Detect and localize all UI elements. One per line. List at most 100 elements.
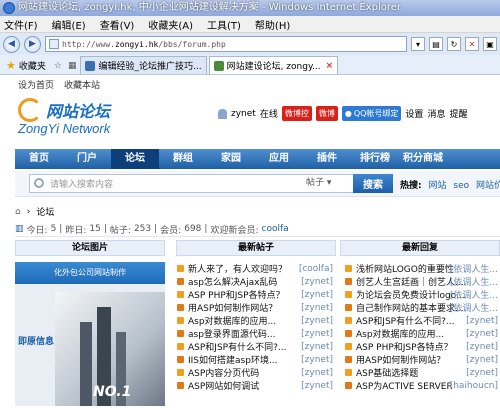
- post-author[interactable]: [zynet]: [301, 381, 333, 391]
- post-title[interactable]: ASP网站如何调试: [188, 379, 259, 392]
- post-author[interactable]: [zynet]: [466, 355, 498, 365]
- list-item[interactable]: ASP基础选择题 [zynet]: [345, 366, 500, 379]
- post-title[interactable]: ASP基础选择题: [356, 366, 418, 379]
- nav-groups[interactable]: 群组: [159, 149, 207, 169]
- post-author[interactable]: [zynet]: [301, 368, 333, 378]
- menu-edit[interactable]: 编辑(E): [52, 17, 86, 32]
- post-title[interactable]: asp怎么解决Ajax乱码: [188, 275, 277, 288]
- list-item[interactable]: 用ASP如何制作网站？ [zynet]: [177, 301, 335, 314]
- add-favorite-icon[interactable]: ☆: [52, 58, 64, 74]
- post-title[interactable]: ASP和JSP有什么不同?...: [188, 340, 286, 353]
- post-title[interactable]: ASP PHP和JSP各特点？: [188, 288, 285, 301]
- stop-icon[interactable]: ✕: [465, 37, 479, 51]
- post-title[interactable]: Asp对数据库的应用...: [356, 327, 444, 340]
- post-author[interactable]: [zynet]: [301, 316, 333, 326]
- bookmark-site-link[interactable]: 收藏本站: [64, 78, 100, 91]
- search-button[interactable]: 搜索: [353, 174, 393, 193]
- list-item[interactable]: ASP和JSP有什么不同?... [zynet]: [345, 314, 500, 327]
- list-item[interactable]: 新人来了，有人欢迎吗？ [coolfa]: [177, 262, 335, 275]
- post-title[interactable]: 浅析网站LOGO的重要性: [356, 262, 454, 275]
- nav-points-mall[interactable]: 积分商城: [399, 149, 447, 169]
- nav-apps[interactable]: 应用: [255, 149, 303, 169]
- post-author[interactable]: [zynet]: [466, 316, 498, 326]
- list-item[interactable]: 自己制作网站的基本要求... [依调人生...: [345, 301, 500, 314]
- nav-home-space[interactable]: 家园: [207, 149, 255, 169]
- post-title[interactable]: ASP PHP和JSP各特点？: [356, 340, 453, 353]
- list-item[interactable]: ASP为ACTIVE SERVER [haihoucn]: [345, 379, 500, 392]
- online-status[interactable]: 在线: [260, 107, 278, 120]
- post-title[interactable]: ASP内容分页代码: [188, 366, 259, 379]
- list-item[interactable]: 用ASP如何制作网站？ [zynet]: [345, 353, 500, 366]
- nav-portal[interactable]: 门户: [63, 149, 111, 169]
- list-item[interactable]: ASP内容分页代码 [zynet]: [177, 366, 335, 379]
- set-homepage-link[interactable]: 设为首页: [18, 78, 54, 91]
- forum-image-slide[interactable]: 化外包公司网站制作 即原信息 NO.1: [15, 262, 165, 406]
- post-author[interactable]: [haihoucn]: [450, 381, 498, 391]
- post-title[interactable]: asp登录界面源代码...: [188, 327, 276, 340]
- breadcrumb-current[interactable]: 论坛: [36, 205, 54, 218]
- tab-list-icon[interactable]: ▦: [66, 58, 79, 74]
- weibo-control-button[interactable]: 微博控: [281, 106, 312, 121]
- post-title[interactable]: IIS如何搭建asp环境...: [188, 353, 278, 366]
- post-author[interactable]: [zynet]: [301, 355, 333, 365]
- list-item[interactable]: ASP PHP和JSP各特点？ [zynet]: [177, 288, 335, 301]
- post-author[interactable]: [依调人生...: [450, 262, 498, 275]
- list-item[interactable]: 为论坛会员免费设计logo... [依调人生...: [345, 288, 500, 301]
- menu-tools[interactable]: 工具(T): [207, 17, 241, 32]
- menu-help[interactable]: 帮助(H): [255, 17, 290, 32]
- refresh-icon[interactable]: ↻: [447, 37, 461, 51]
- list-item[interactable]: IIS如何搭建asp环境... [zynet]: [177, 353, 335, 366]
- search-provider-icon[interactable]: ▣: [483, 37, 497, 51]
- post-author[interactable]: [zynet]: [466, 329, 498, 339]
- username[interactable]: zynet: [231, 109, 256, 119]
- notify-link[interactable]: 提醒: [449, 107, 467, 120]
- list-item[interactable]: 创艺人生宫廷画｜创艺人... [依调人生...: [345, 275, 500, 288]
- hot-search-link[interactable]: 网站: [428, 181, 446, 191]
- post-author[interactable]: [依调人生...: [450, 301, 498, 314]
- post-author[interactable]: [zynet]: [301, 329, 333, 339]
- post-title[interactable]: 新人来了，有人欢迎吗？: [188, 262, 287, 275]
- post-author[interactable]: [依调人生...: [450, 275, 498, 288]
- nav-plugins[interactable]: 插件: [303, 149, 351, 169]
- settings-link[interactable]: 设置: [405, 107, 423, 120]
- site-logo[interactable]: 网站论坛 ZongYi Network: [16, 96, 166, 141]
- post-title[interactable]: 为论坛会员免费设计logo...: [356, 288, 465, 301]
- forward-button[interactable]: ▶: [24, 35, 41, 53]
- post-author[interactable]: [zynet]: [301, 290, 333, 300]
- home-icon[interactable]: ⌂: [15, 207, 21, 217]
- new-member-link[interactable]: coolfa: [262, 224, 289, 234]
- list-item[interactable]: 浅析网站LOGO的重要性 [依调人生...: [345, 262, 500, 275]
- favorites-button[interactable]: ★ 收藏夹: [2, 56, 50, 74]
- list-item[interactable]: ASP网站如何调试 [zynet]: [177, 379, 335, 392]
- back-button[interactable]: ◀: [3, 35, 20, 53]
- tab-forum[interactable]: 网站建设论坛, zongy... ×: [208, 56, 339, 74]
- post-title[interactable]: 用ASP如何制作网站？: [356, 353, 445, 366]
- list-item[interactable]: Asp对数据库的应用... [zynet]: [345, 327, 500, 340]
- list-item[interactable]: ASP和JSP有什么不同?... [zynet]: [177, 340, 335, 353]
- post-author[interactable]: [zynet]: [466, 368, 498, 378]
- post-title[interactable]: Asp对数据库的应用...: [188, 314, 276, 327]
- close-tab-icon[interactable]: ×: [326, 61, 334, 71]
- url-field[interactable]: http://www. zongyi.hk/bbs/forum.php: [45, 36, 407, 52]
- messages-link[interactable]: 消息: [427, 107, 445, 120]
- tab-edit-experience[interactable]: 编辑经验_论坛推广技巧...: [80, 56, 207, 74]
- nav-forum[interactable]: 论坛: [111, 149, 159, 169]
- weibo-button[interactable]: 微博: [315, 106, 338, 121]
- search-type-select[interactable]: 帖子 ▾: [306, 175, 331, 188]
- list-item[interactable]: asp登录界面源代码... [zynet]: [177, 327, 335, 340]
- nav-home[interactable]: 首页: [15, 149, 63, 169]
- hot-search-link[interactable]: 网站价格: [476, 181, 500, 191]
- list-item[interactable]: Asp对数据库的应用... [zynet]: [177, 314, 335, 327]
- post-author[interactable]: [zynet]: [466, 342, 498, 352]
- post-author[interactable]: [zynet]: [301, 342, 333, 352]
- list-item[interactable]: asp怎么解决Ajax乱码 [zynet]: [177, 275, 335, 288]
- list-item[interactable]: ASP PHP和JSP各特点？ [zynet]: [345, 340, 500, 353]
- post-title[interactable]: 用ASP如何制作网站？: [188, 301, 277, 314]
- post-title[interactable]: ASP为ACTIVE SERVER: [356, 379, 453, 392]
- menu-view[interactable]: 查看(V): [100, 17, 135, 32]
- post-title[interactable]: 创艺人生宫廷画｜创艺人...: [356, 275, 464, 288]
- compat-view-icon[interactable]: ▤: [429, 37, 443, 51]
- hot-search-link[interactable]: seo: [453, 181, 469, 191]
- nav-ranking[interactable]: 排行榜: [351, 149, 399, 169]
- post-title[interactable]: ASP和JSP有什么不同?...: [356, 314, 454, 327]
